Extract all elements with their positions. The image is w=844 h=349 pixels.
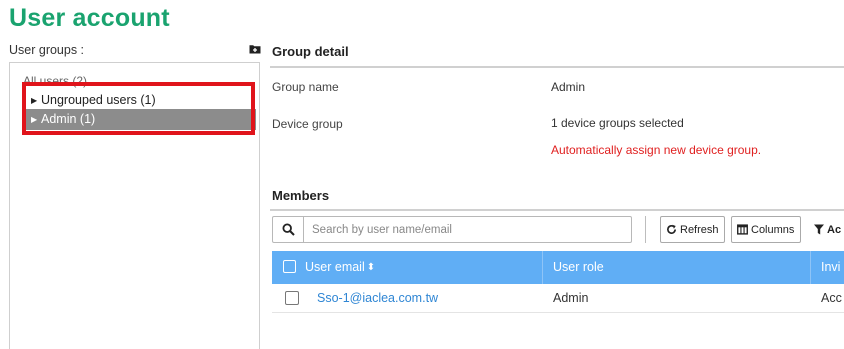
- select-all-checkbox[interactable]: [283, 260, 296, 273]
- columns-icon: [737, 224, 748, 235]
- column-header-email[interactable]: User email ⬍: [305, 251, 375, 284]
- refresh-icon: [667, 224, 676, 234]
- row-checkbox[interactable]: [285, 291, 299, 305]
- column-header-invite[interactable]: Invi: [821, 251, 840, 284]
- folder-plus-icon[interactable]: [249, 43, 261, 55]
- column-header-label: User email: [305, 260, 365, 274]
- members-header: Members: [272, 188, 330, 203]
- divider: [270, 209, 844, 211]
- tree-root-all-users[interactable]: All users (2): [23, 74, 87, 88]
- refresh-label: Refresh: [680, 223, 719, 236]
- refresh-button[interactable]: Refresh: [660, 216, 725, 243]
- toolbar-divider: [645, 216, 646, 243]
- divider: [270, 66, 844, 68]
- user-role-cell: Admin: [553, 291, 589, 305]
- group-item-admin[interactable]: ▶ Admin (1): [25, 109, 256, 130]
- user-groups-label: User groups :: [9, 43, 85, 57]
- group-name-value: Admin: [551, 80, 586, 94]
- sort-icon[interactable]: ⬍: [367, 251, 375, 284]
- group-item-label: Ungrouped users (1): [41, 93, 156, 107]
- auto-assign-link[interactable]: Automatically assign new device group.: [551, 143, 761, 157]
- group-item-ungrouped[interactable]: ▶ Ungrouped users (1): [25, 90, 256, 111]
- group-detail-header: Group detail: [272, 44, 349, 59]
- caret-right-icon: ▶: [31, 96, 38, 105]
- column-separator: [542, 251, 543, 284]
- search-icon[interactable]: [273, 217, 304, 242]
- filter-icon: [814, 224, 824, 235]
- filter-label: Ac: [827, 223, 842, 236]
- caret-right-icon: ▶: [31, 115, 38, 124]
- filter-button[interactable]: Ac: [810, 216, 844, 243]
- columns-button[interactable]: Columns: [731, 216, 801, 243]
- invite-status-cell: Acc: [821, 291, 842, 305]
- user-groups-header: User groups :: [9, 40, 263, 62]
- user-email-link[interactable]: Sso-1@iaclea.com.tw: [317, 284, 438, 312]
- members-table-header: User email ⬍ User role Invi: [272, 251, 844, 284]
- search-box: [272, 216, 632, 243]
- group-item-label: Admin (1): [41, 112, 96, 126]
- search-input[interactable]: [304, 217, 624, 242]
- group-name-label: Group name: [272, 80, 339, 94]
- columns-label: Columns: [751, 223, 795, 236]
- column-separator: [810, 251, 811, 284]
- device-group-value[interactable]: 1 device groups selected: [551, 116, 684, 130]
- device-group-label: Device group: [272, 117, 343, 131]
- page-title: User account: [9, 4, 170, 32]
- column-header-role[interactable]: User role: [553, 251, 604, 284]
- table-row[interactable]: Sso-1@iaclea.com.tw Admin Acc: [272, 284, 844, 313]
